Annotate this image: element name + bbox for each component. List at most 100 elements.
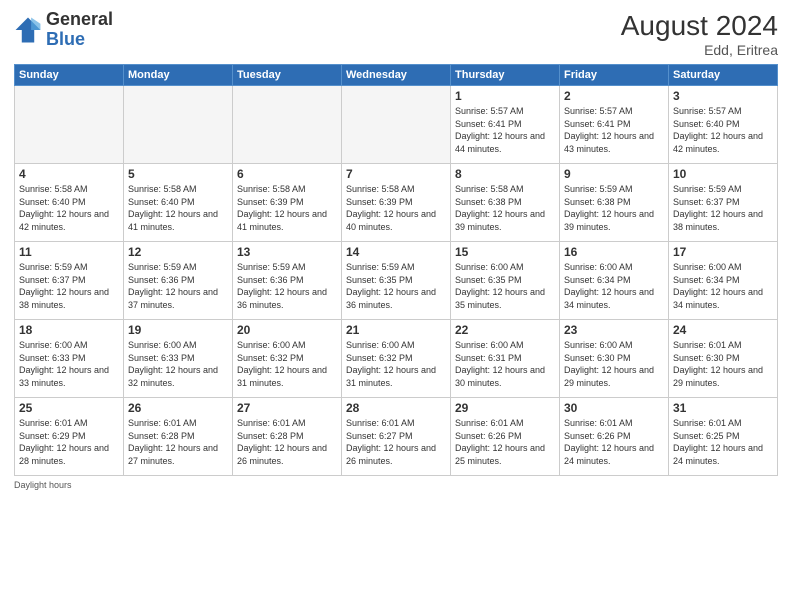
calendar-cell: 11 Sunrise: 5:59 AM Sunset: 6:37 PM Dayli… xyxy=(15,242,124,320)
day-number: 23 xyxy=(564,323,664,337)
day-number: 22 xyxy=(455,323,555,337)
footer-note: Daylight hours xyxy=(14,480,778,490)
day-number: 8 xyxy=(455,167,555,181)
logo-text: General Blue xyxy=(46,10,113,50)
day-number: 7 xyxy=(346,167,446,181)
title-block: August 2024 Edd, Eritrea xyxy=(621,10,778,58)
day-number: 9 xyxy=(564,167,664,181)
day-info: Sunrise: 6:01 AM Sunset: 6:25 PM Dayligh… xyxy=(673,417,773,467)
day-number: 14 xyxy=(346,245,446,259)
day-number: 31 xyxy=(673,401,773,415)
day-number: 21 xyxy=(346,323,446,337)
calendar-cell: 20 Sunrise: 6:00 AM Sunset: 6:32 PM Dayli… xyxy=(233,320,342,398)
calendar-cell: 9Sunrise: 5:59 AM Sunset: 6:38 PM Daylig… xyxy=(560,164,669,242)
calendar-cell: 8 Sunrise: 5:58 AM Sunset: 6:38 PM Daylig… xyxy=(451,164,560,242)
calendar-cell: 19Sunrise: 6:00 AM Sunset: 6:33 PM Dayli… xyxy=(124,320,233,398)
logo: General Blue xyxy=(14,10,113,50)
calendar-table: SundayMondayTuesdayWednesdayThursdayFrid… xyxy=(14,64,778,476)
day-info: Sunrise: 6:01 AM Sunset: 6:28 PM Dayligh… xyxy=(128,417,228,467)
logo-icon xyxy=(14,16,42,44)
calendar-cell: 3Sunrise: 5:57 AM Sunset: 6:40 PM Daylig… xyxy=(669,86,778,164)
day-number: 26 xyxy=(128,401,228,415)
day-info: Sunrise: 6:01 AM Sunset: 6:26 PM Dayligh… xyxy=(564,417,664,467)
weekday-header-thursday: Thursday xyxy=(451,65,560,86)
day-number: 20 xyxy=(237,323,337,337)
day-info: Sunrise: 6:00 AM Sunset: 6:32 PM Dayligh… xyxy=(237,339,337,389)
week-row-2: 4 Sunrise: 5:58 AM Sunset: 6:40 PM Daylig… xyxy=(15,164,778,242)
calendar-cell: 2Sunrise: 5:57 AM Sunset: 6:41 PM Daylig… xyxy=(560,86,669,164)
month-year: August 2024 xyxy=(621,10,778,42)
calendar-cell: 31 Sunrise: 6:01 AM Sunset: 6:25 PM Dayli… xyxy=(669,398,778,476)
calendar-cell: 25 Sunrise: 6:01 AM Sunset: 6:29 PM Dayli… xyxy=(15,398,124,476)
calendar-cell: 17 Sunrise: 6:00 AM Sunset: 6:34 PM Dayli… xyxy=(669,242,778,320)
day-number: 2 xyxy=(564,89,664,103)
day-info: Sunrise: 6:01 AM Sunset: 6:26 PM Dayligh… xyxy=(455,417,555,467)
day-number: 18 xyxy=(19,323,119,337)
calendar-cell: 27 Sunrise: 6:01 AM Sunset: 6:28 PM Dayli… xyxy=(233,398,342,476)
day-info: Sunrise: 5:59 AM Sunset: 6:35 PM Dayligh… xyxy=(346,261,446,311)
day-number: 17 xyxy=(673,245,773,259)
day-number: 1 xyxy=(455,89,555,103)
day-info: Sunrise: 6:01 AM Sunset: 6:29 PM Dayligh… xyxy=(19,417,119,467)
logo-blue-text: Blue xyxy=(46,29,85,49)
day-info: Sunrise: 5:58 AM Sunset: 6:39 PM Dayligh… xyxy=(237,183,337,233)
weekday-header-sunday: Sunday xyxy=(15,65,124,86)
weekday-header-tuesday: Tuesday xyxy=(233,65,342,86)
day-info: Sunrise: 5:58 AM Sunset: 6:40 PM Dayligh… xyxy=(128,183,228,233)
day-number: 27 xyxy=(237,401,337,415)
calendar-cell xyxy=(124,86,233,164)
day-info: Sunrise: 5:59 AM Sunset: 6:37 PM Dayligh… xyxy=(673,183,773,233)
calendar-cell: 7Sunrise: 5:58 AM Sunset: 6:39 PM Daylig… xyxy=(342,164,451,242)
calendar-body: 1 Sunrise: 5:57 AM Sunset: 6:41 PM Daylig… xyxy=(15,86,778,476)
weekday-header-wednesday: Wednesday xyxy=(342,65,451,86)
calendar-cell: 18Sunrise: 6:00 AM Sunset: 6:33 PM Dayli… xyxy=(15,320,124,398)
day-info: Sunrise: 6:00 AM Sunset: 6:30 PM Dayligh… xyxy=(564,339,664,389)
weekday-header-monday: Monday xyxy=(124,65,233,86)
day-number: 30 xyxy=(564,401,664,415)
day-number: 15 xyxy=(455,245,555,259)
calendar-cell: 30 Sunrise: 6:01 AM Sunset: 6:26 PM Dayli… xyxy=(560,398,669,476)
day-info: Sunrise: 5:59 AM Sunset: 6:37 PM Dayligh… xyxy=(19,261,119,311)
calendar-cell: 15Sunrise: 6:00 AM Sunset: 6:35 PM Dayli… xyxy=(451,242,560,320)
day-number: 4 xyxy=(19,167,119,181)
day-info: Sunrise: 6:00 AM Sunset: 6:32 PM Dayligh… xyxy=(346,339,446,389)
day-number: 24 xyxy=(673,323,773,337)
weekday-header-friday: Friday xyxy=(560,65,669,86)
calendar-cell: 28 Sunrise: 6:01 AM Sunset: 6:27 PM Dayli… xyxy=(342,398,451,476)
calendar-cell: 24Sunrise: 6:01 AM Sunset: 6:30 PM Dayli… xyxy=(669,320,778,398)
day-info: Sunrise: 5:59 AM Sunset: 6:36 PM Dayligh… xyxy=(237,261,337,311)
calendar-cell: 16 Sunrise: 6:00 AM Sunset: 6:34 PM Dayli… xyxy=(560,242,669,320)
calendar-cell: 12Sunrise: 5:59 AM Sunset: 6:36 PM Dayli… xyxy=(124,242,233,320)
day-number: 10 xyxy=(673,167,773,181)
calendar-cell xyxy=(233,86,342,164)
day-info: Sunrise: 5:58 AM Sunset: 6:38 PM Dayligh… xyxy=(455,183,555,233)
day-info: Sunrise: 6:00 AM Sunset: 6:34 PM Dayligh… xyxy=(564,261,664,311)
day-info: Sunrise: 6:00 AM Sunset: 6:34 PM Dayligh… xyxy=(673,261,773,311)
calendar-page: General Blue August 2024 Edd, Eritrea Su… xyxy=(0,0,792,612)
calendar-cell: 21 Sunrise: 6:00 AM Sunset: 6:32 PM Dayli… xyxy=(342,320,451,398)
day-number: 16 xyxy=(564,245,664,259)
day-info: Sunrise: 6:00 AM Sunset: 6:31 PM Dayligh… xyxy=(455,339,555,389)
calendar-cell: 22 Sunrise: 6:00 AM Sunset: 6:31 PM Dayli… xyxy=(451,320,560,398)
day-info: Sunrise: 5:57 AM Sunset: 6:40 PM Dayligh… xyxy=(673,105,773,155)
location: Edd, Eritrea xyxy=(621,42,778,58)
day-info: Sunrise: 5:57 AM Sunset: 6:41 PM Dayligh… xyxy=(455,105,555,155)
day-number: 19 xyxy=(128,323,228,337)
calendar-header: SundayMondayTuesdayWednesdayThursdayFrid… xyxy=(15,65,778,86)
weekday-row: SundayMondayTuesdayWednesdayThursdayFrid… xyxy=(15,65,778,86)
calendar-cell: 26 Sunrise: 6:01 AM Sunset: 6:28 PM Dayli… xyxy=(124,398,233,476)
day-info: Sunrise: 6:01 AM Sunset: 6:28 PM Dayligh… xyxy=(237,417,337,467)
week-row-4: 18Sunrise: 6:00 AM Sunset: 6:33 PM Dayli… xyxy=(15,320,778,398)
day-info: Sunrise: 6:01 AM Sunset: 6:27 PM Dayligh… xyxy=(346,417,446,467)
day-number: 11 xyxy=(19,245,119,259)
logo-general-text: General xyxy=(46,9,113,29)
calendar-cell: 1 Sunrise: 5:57 AM Sunset: 6:41 PM Daylig… xyxy=(451,86,560,164)
calendar-cell: 14 Sunrise: 5:59 AM Sunset: 6:35 PM Dayli… xyxy=(342,242,451,320)
header: General Blue August 2024 Edd, Eritrea xyxy=(14,10,778,58)
day-number: 25 xyxy=(19,401,119,415)
day-info: Sunrise: 5:58 AM Sunset: 6:40 PM Dayligh… xyxy=(19,183,119,233)
calendar-cell: 4 Sunrise: 5:58 AM Sunset: 6:40 PM Daylig… xyxy=(15,164,124,242)
day-number: 28 xyxy=(346,401,446,415)
calendar-cell: 5Sunrise: 5:58 AM Sunset: 6:40 PM Daylig… xyxy=(124,164,233,242)
day-number: 29 xyxy=(455,401,555,415)
